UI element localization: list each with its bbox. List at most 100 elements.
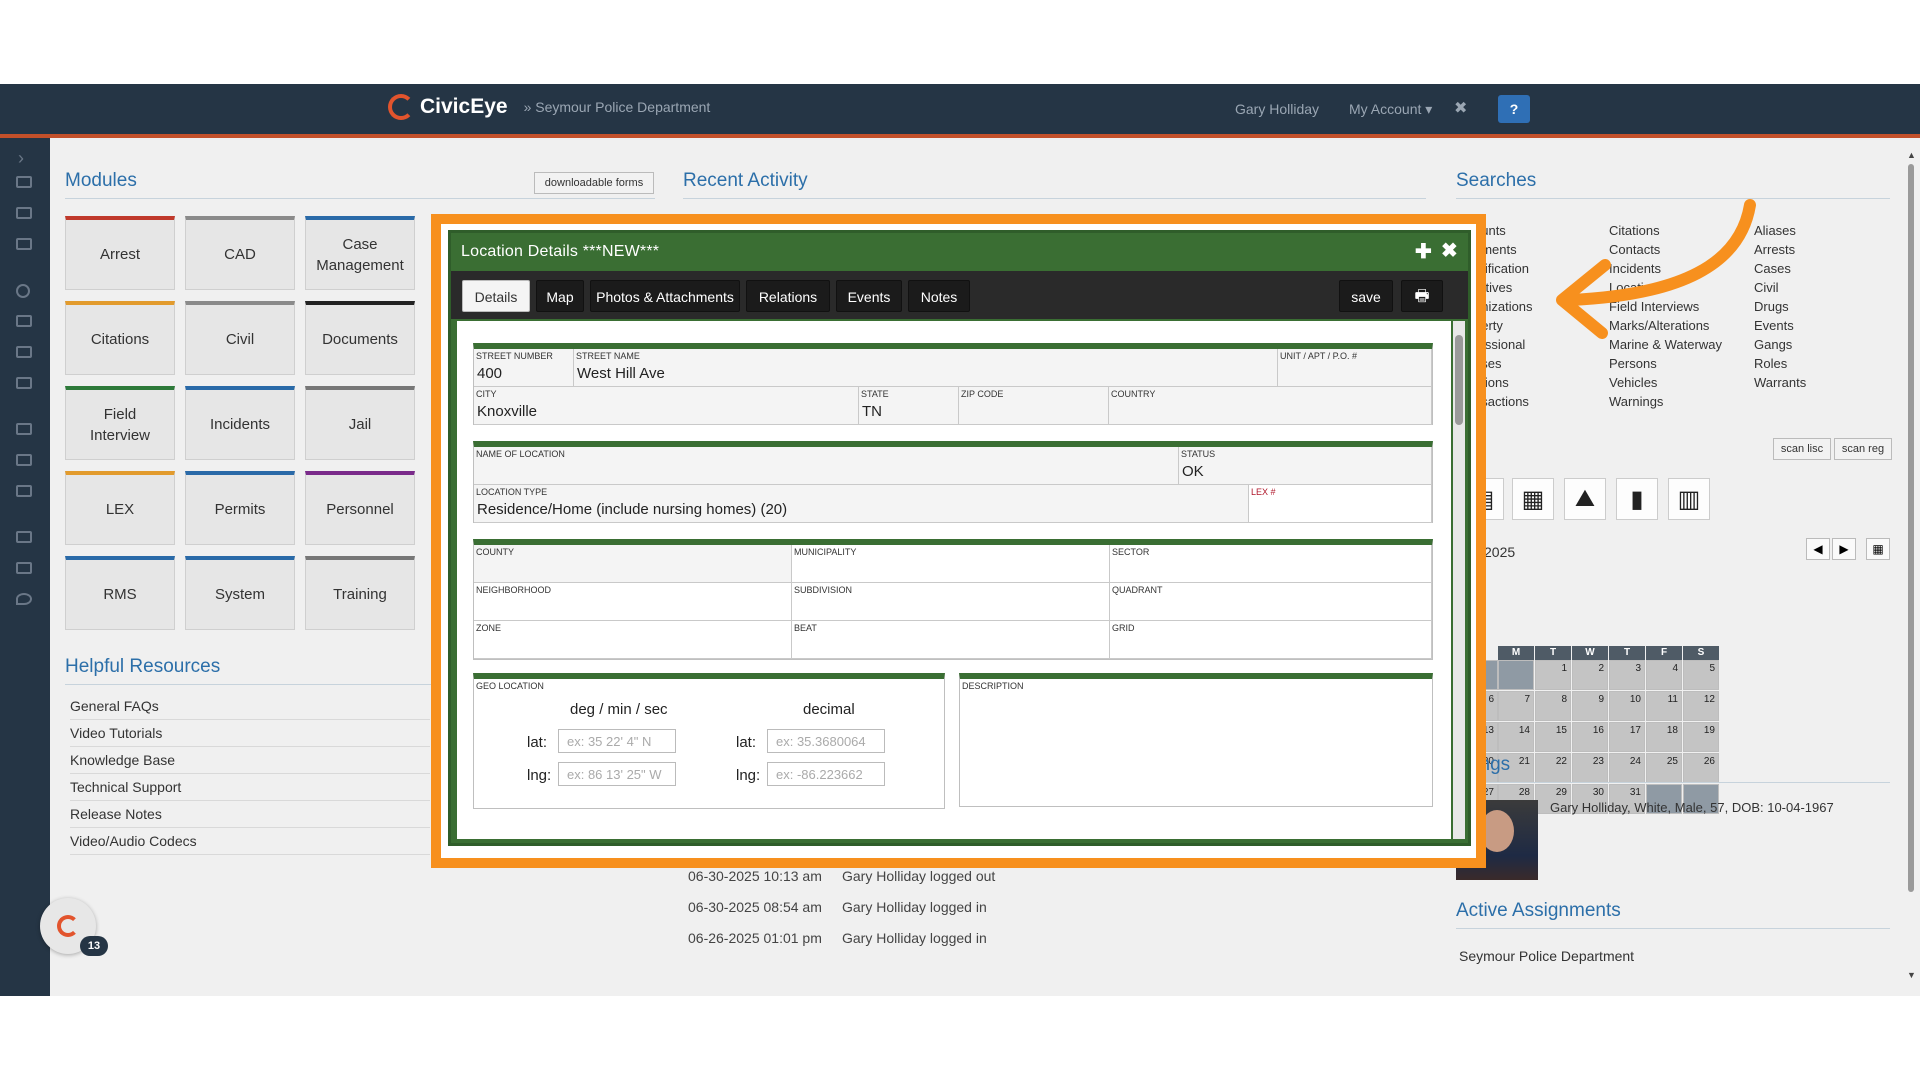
tab-notes[interactable]: Notes xyxy=(908,280,970,312)
search-link[interactable]: Aliases xyxy=(1754,221,1806,240)
scroll-down-icon[interactable]: ▼ xyxy=(1907,970,1916,980)
quadrant-field[interactable]: QUADRANT xyxy=(1110,583,1432,621)
calendar-day-cell[interactable]: 26 xyxy=(1683,753,1719,783)
calendar-day-cell[interactable]: 9 xyxy=(1572,691,1608,721)
calendar-next-button[interactable]: ▶ xyxy=(1832,538,1856,560)
calendar-day-cell[interactable]: 4 xyxy=(1646,660,1682,690)
dms-lng-input[interactable]: ex: 86 13' 25" W xyxy=(558,762,676,786)
civiceye-logo[interactable]: CivicEye » Seymour Police Department xyxy=(388,94,710,120)
search-link[interactable]: Roles xyxy=(1754,354,1806,373)
search-link[interactable]: Events xyxy=(1754,316,1806,335)
calendar-prev-button[interactable]: ◀ xyxy=(1806,538,1830,560)
scroll-up-icon[interactable]: ▲ xyxy=(1907,150,1916,160)
truck-icon[interactable] xyxy=(16,562,32,574)
search-link[interactable]: Persons xyxy=(1609,354,1722,373)
module-tile-cad[interactable]: CAD xyxy=(185,216,295,290)
module-tile-arrest[interactable]: Arrest xyxy=(65,216,175,290)
search-link[interactable]: Gangs xyxy=(1754,335,1806,354)
calendar-day-cell[interactable]: 7 xyxy=(1498,691,1534,721)
downloadable-forms-button[interactable]: downloadable forms xyxy=(534,172,654,194)
calendar-day-cell[interactable]: 14 xyxy=(1498,722,1534,752)
scan-license-button[interactable]: scan lisc xyxy=(1773,438,1831,460)
page-scroll-thumb[interactable] xyxy=(1908,164,1914,892)
calendar-day-cell[interactable]: 2 xyxy=(1572,660,1608,690)
tab-map[interactable]: Map xyxy=(536,280,584,312)
calendar-day-cell[interactable]: 11 xyxy=(1646,691,1682,721)
module-tile-rms[interactable]: RMS xyxy=(65,556,175,630)
page-scrollbar[interactable]: ▲ ▼ xyxy=(1904,144,1918,984)
close-icon[interactable]: ✖ xyxy=(1454,98,1467,118)
module-tile-incidents[interactable]: Incidents xyxy=(185,386,295,460)
add-user-icon[interactable] xyxy=(16,315,32,327)
resource-link[interactable]: Video Tutorials xyxy=(70,720,430,747)
search-link[interactable]: Cases xyxy=(1754,259,1806,278)
dms-lat-input[interactable]: ex: 35 22' 4" N xyxy=(558,729,676,753)
unit-field[interactable]: UNIT / APT / P.O. # xyxy=(1278,349,1432,387)
street-name-field[interactable]: STREET NAME West Hill Ave xyxy=(574,349,1278,387)
calendar-day-cell[interactable]: 18 xyxy=(1646,722,1682,752)
assignment-item[interactable]: Seymour Police Department xyxy=(1459,948,1634,964)
list-icon[interactable] xyxy=(16,207,32,219)
server-icon[interactable] xyxy=(16,423,32,435)
tab-details[interactable]: Details xyxy=(462,280,530,312)
modal-close-icon[interactable]: ✖ xyxy=(1441,238,1458,263)
state-field[interactable]: STATE TN xyxy=(859,387,959,425)
save-button[interactable]: save xyxy=(1339,280,1393,312)
calendar-day-cell[interactable]: 25 xyxy=(1646,753,1682,783)
calendar-day-cell[interactable]: 24 xyxy=(1609,753,1645,783)
dec-lng-input[interactable]: ex: -86.223662 xyxy=(767,762,885,786)
dec-lat-input[interactable]: ex: 35.3680064 xyxy=(767,729,885,753)
help-button[interactable]: ? xyxy=(1498,95,1530,123)
module-tile-documents[interactable]: Documents xyxy=(305,301,415,375)
grid-field[interactable]: GRID xyxy=(1110,621,1432,659)
calendar-day-cell[interactable] xyxy=(1498,660,1534,690)
org-chart-icon[interactable] xyxy=(16,531,32,543)
calendar-day-cell[interactable]: 16 xyxy=(1572,722,1608,752)
mail-icon[interactable] xyxy=(16,485,32,497)
calendar-day-cell[interactable]: 1 xyxy=(1535,660,1571,690)
print-icon[interactable]: 🖶 xyxy=(1401,280,1443,312)
plus-icon[interactable]: ✚ xyxy=(1415,239,1432,264)
search-link[interactable]: Civil xyxy=(1754,278,1806,297)
scan-registration-button[interactable]: scan reg xyxy=(1834,438,1892,460)
map-marker-icon[interactable] xyxy=(16,593,32,605)
country-field[interactable]: COUNTRY xyxy=(1109,387,1432,425)
module-tile-permits[interactable]: Permits xyxy=(185,471,295,545)
module-tile-citations[interactable]: Citations xyxy=(65,301,175,375)
name-of-location-field[interactable]: NAME OF LOCATION xyxy=(474,447,1179,485)
document-icon[interactable] xyxy=(16,454,32,466)
status-field[interactable]: STATUS OK xyxy=(1179,447,1432,485)
shield-icon[interactable] xyxy=(16,377,32,389)
tab-photos-attachments[interactable]: Photos & Attachments xyxy=(590,280,740,312)
module-tile-case-management[interactable]: Case Management xyxy=(305,216,415,290)
resource-link[interactable]: Knowledge Base xyxy=(70,747,430,774)
calendar-day-cell[interactable]: 5 xyxy=(1683,660,1719,690)
search-link[interactable]: Drugs xyxy=(1754,297,1806,316)
calendar-day-cell[interactable]: 22 xyxy=(1535,753,1571,783)
modal-scrollbar[interactable] xyxy=(1453,321,1465,839)
module-tile-system[interactable]: System xyxy=(185,556,295,630)
calendar-day-cell[interactable]: 17 xyxy=(1609,722,1645,752)
tab-relations[interactable]: Relations xyxy=(746,280,830,312)
calendar-day-cell[interactable]: 10 xyxy=(1609,691,1645,721)
calendar-day-cell[interactable]: 15 xyxy=(1535,722,1571,752)
search-link[interactable]: Warnings xyxy=(1609,392,1722,411)
city-field[interactable]: CITY Knoxville xyxy=(474,387,859,425)
search-link[interactable]: Vehicles xyxy=(1609,373,1722,392)
user-circle-icon[interactable] xyxy=(16,284,30,298)
zone-field[interactable]: ZONE xyxy=(474,621,792,659)
module-tile-training[interactable]: Training xyxy=(305,556,415,630)
zip-code-field[interactable]: ZIP CODE xyxy=(959,387,1109,425)
calendar-day-cell[interactable]: 12 xyxy=(1683,691,1719,721)
neighborhood-field[interactable]: NEIGHBORHOOD xyxy=(474,583,792,621)
module-tile-field-interview[interactable]: Field Interview xyxy=(65,386,175,460)
user-name-link[interactable]: Gary Holliday xyxy=(1235,101,1319,117)
resource-link[interactable]: Technical Support xyxy=(70,774,430,801)
calendar-view-button[interactable]: ▦ xyxy=(1866,538,1890,560)
resource-link[interactable]: General FAQs xyxy=(70,693,430,720)
calendar-day-cell[interactable]: 3 xyxy=(1609,660,1645,690)
lex-number-field[interactable]: LEX # xyxy=(1249,485,1432,523)
pen-icon[interactable] xyxy=(16,346,32,358)
subdivision-field[interactable]: SUBDIVISION xyxy=(792,583,1110,621)
search-link[interactable]: Arrests xyxy=(1754,240,1806,259)
